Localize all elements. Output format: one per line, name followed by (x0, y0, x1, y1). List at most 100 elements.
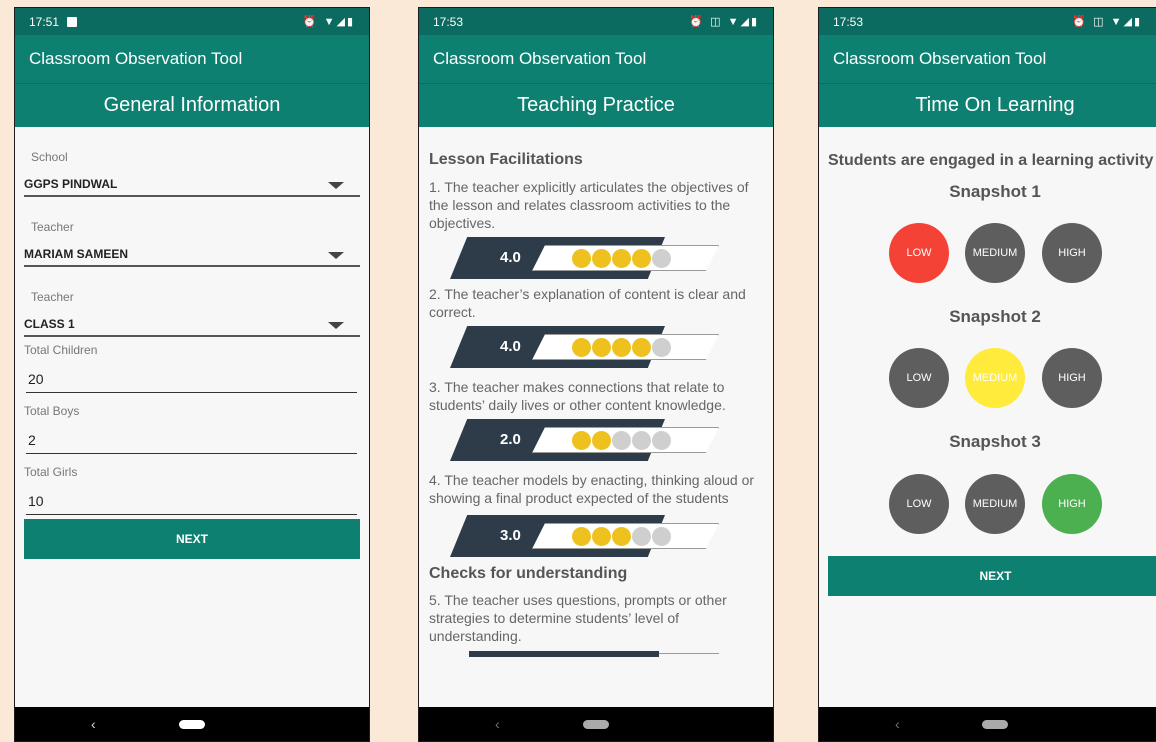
dropdown-arrow-icon[interactable] (328, 252, 344, 259)
question-text: 5. The teacher uses questions, prompts o… (429, 592, 727, 644)
school-spinner[interactable]: School GGPS PINDWAL (24, 127, 360, 197)
rating-score: 4.0 (500, 338, 521, 355)
star-filled-icon[interactable] (572, 527, 591, 546)
star-empty-icon[interactable] (652, 431, 671, 450)
total-girls-input[interactable] (26, 487, 357, 515)
total-children-input[interactable] (26, 365, 357, 393)
rating-dots[interactable] (572, 527, 671, 546)
total-boys-input[interactable] (26, 426, 357, 454)
star-filled-icon[interactable] (612, 527, 631, 546)
teacher-spinner[interactable]: Teacher MARIAM SAMEEN (24, 197, 360, 267)
checks-heading: Checks for understanding (429, 565, 628, 582)
rating-stars-panel (659, 653, 719, 654)
question-text: 4. The teacher models by enacting, think… (429, 472, 755, 506)
snapshot-3-high-button[interactable]: HIGH (1042, 474, 1102, 534)
snapshot-1-low-button[interactable]: LOW (889, 223, 949, 283)
star-filled-icon[interactable] (592, 431, 611, 450)
section-title: Time On Learning (819, 83, 1156, 127)
section-title: Teaching Practice (419, 83, 773, 127)
spinner-label: Teacher (31, 220, 74, 234)
star-filled-icon[interactable] (572, 338, 591, 357)
question-text: 3. The teacher makes connections that re… (429, 379, 726, 413)
status-icons: ⏰ ▼◢▮ (302, 16, 355, 28)
screen-general-information: 17:51 ⏰ ▼◢▮ Classroom Observation Tool G… (14, 7, 370, 742)
screen-time-on-learning: 17:53 ⏰ ◫ ▼◢▮ Classroom Observation Tool… (818, 7, 1156, 742)
nav-bar: ‹ (419, 707, 773, 741)
rating-widget[interactable]: 4.0 (450, 326, 763, 368)
spinner-value: CLASS 1 (24, 317, 75, 331)
rating-widget[interactable]: 4.0 (450, 237, 763, 279)
engagement-heading: Students are engaged in a learning activ… (828, 152, 1154, 169)
nav-bar: ‹ (819, 707, 1156, 741)
app-title: Classroom Observation Tool (819, 35, 1156, 83)
status-time: 17:51 (29, 14, 60, 29)
status-bar: 17:51 ⏰ ▼◢▮ (15, 8, 369, 35)
back-icon[interactable]: ‹ (895, 716, 900, 732)
status-bar: 17:53 ⏰ ◫ ▼◢▮ (419, 8, 773, 35)
snapshot-3-medium-button[interactable]: MEDIUM (965, 474, 1025, 534)
rating-score: 4.0 (500, 249, 521, 266)
rating-score: 2.0 (500, 431, 521, 448)
star-empty-icon[interactable] (652, 249, 671, 268)
total-girls-field-group: Total Girls (24, 459, 360, 520)
home-icon[interactable] (982, 719, 1008, 729)
snapshot-2-high-button[interactable]: HIGH (1042, 348, 1102, 408)
field-label: Total Girls (24, 465, 78, 479)
rating-dots[interactable] (572, 249, 671, 268)
total-children-field-group: Total Children (24, 337, 360, 398)
next-button[interactable]: NEXT (24, 519, 360, 559)
star-filled-icon[interactable] (592, 527, 611, 546)
snapshot-title: Snapshot 1 (949, 182, 1041, 201)
star-filled-icon[interactable] (572, 249, 591, 268)
rating-score-panel (469, 651, 659, 657)
star-empty-icon[interactable] (652, 527, 671, 546)
snapshot-2-low-button[interactable]: LOW (889, 348, 949, 408)
rating-dots[interactable] (572, 431, 671, 450)
question-text: 1. The teacher explicitly articulates th… (429, 179, 749, 231)
status-time: 17:53 (433, 14, 464, 29)
rating-dots[interactable] (572, 338, 671, 357)
star-filled-icon[interactable] (612, 249, 631, 268)
rating-widget[interactable]: 2.0 (450, 419, 763, 461)
star-filled-icon[interactable] (632, 249, 651, 268)
star-filled-icon[interactable] (632, 338, 651, 357)
rating-score: 3.0 (500, 527, 521, 544)
class-spinner[interactable]: Teacher CLASS 1 (24, 267, 360, 337)
status-bar: 17:53 ⏰ ◫ ▼◢▮ (819, 8, 1156, 35)
total-boys-field-group: Total Boys (24, 398, 360, 459)
spinner-value: GGPS PINDWAL (24, 177, 118, 191)
snapshot-1-medium-button[interactable]: MEDIUM (965, 223, 1025, 283)
star-filled-icon[interactable] (592, 249, 611, 268)
section-title: General Information (15, 83, 369, 127)
snapshot-1-high-button[interactable]: HIGH (1042, 223, 1102, 283)
app-title: Classroom Observation Tool (15, 35, 369, 83)
back-icon[interactable]: ‹ (495, 716, 500, 732)
spinner-value: MARIAM SAMEEN (24, 247, 128, 261)
spinner-label: Teacher (31, 290, 74, 304)
dropdown-arrow-icon[interactable] (328, 322, 344, 329)
status-icons: ⏰ ◫ ▼◢▮ (1072, 16, 1142, 28)
back-icon[interactable]: ‹ (91, 716, 96, 732)
snapshot-title: Snapshot 2 (949, 307, 1041, 326)
star-filled-icon[interactable] (572, 431, 591, 450)
dropdown-arrow-icon[interactable] (328, 182, 344, 189)
snapshot-2-medium-button[interactable]: MEDIUM (965, 348, 1025, 408)
star-empty-icon[interactable] (632, 527, 651, 546)
field-label: Total Boys (24, 404, 80, 418)
star-filled-icon[interactable] (612, 338, 631, 357)
star-empty-icon[interactable] (612, 431, 631, 450)
nav-bar: ‹ (15, 707, 369, 741)
star-empty-icon[interactable] (652, 338, 671, 357)
rating-widget-partial (469, 651, 763, 661)
next-button[interactable]: NEXT (828, 556, 1156, 596)
screen-teaching-practice: 17:53 ⏰ ◫ ▼◢▮ Classroom Observation Tool… (418, 7, 774, 742)
star-empty-icon[interactable] (632, 431, 651, 450)
field-label: Total Children (24, 343, 98, 357)
snapshot-title: Snapshot 3 (949, 432, 1041, 451)
notification-icon (67, 16, 78, 27)
home-icon[interactable] (179, 719, 205, 729)
snapshot-3-low-button[interactable]: LOW (889, 474, 949, 534)
star-filled-icon[interactable] (592, 338, 611, 357)
home-icon[interactable] (583, 719, 609, 729)
rating-widget[interactable]: 3.0 (450, 515, 763, 557)
